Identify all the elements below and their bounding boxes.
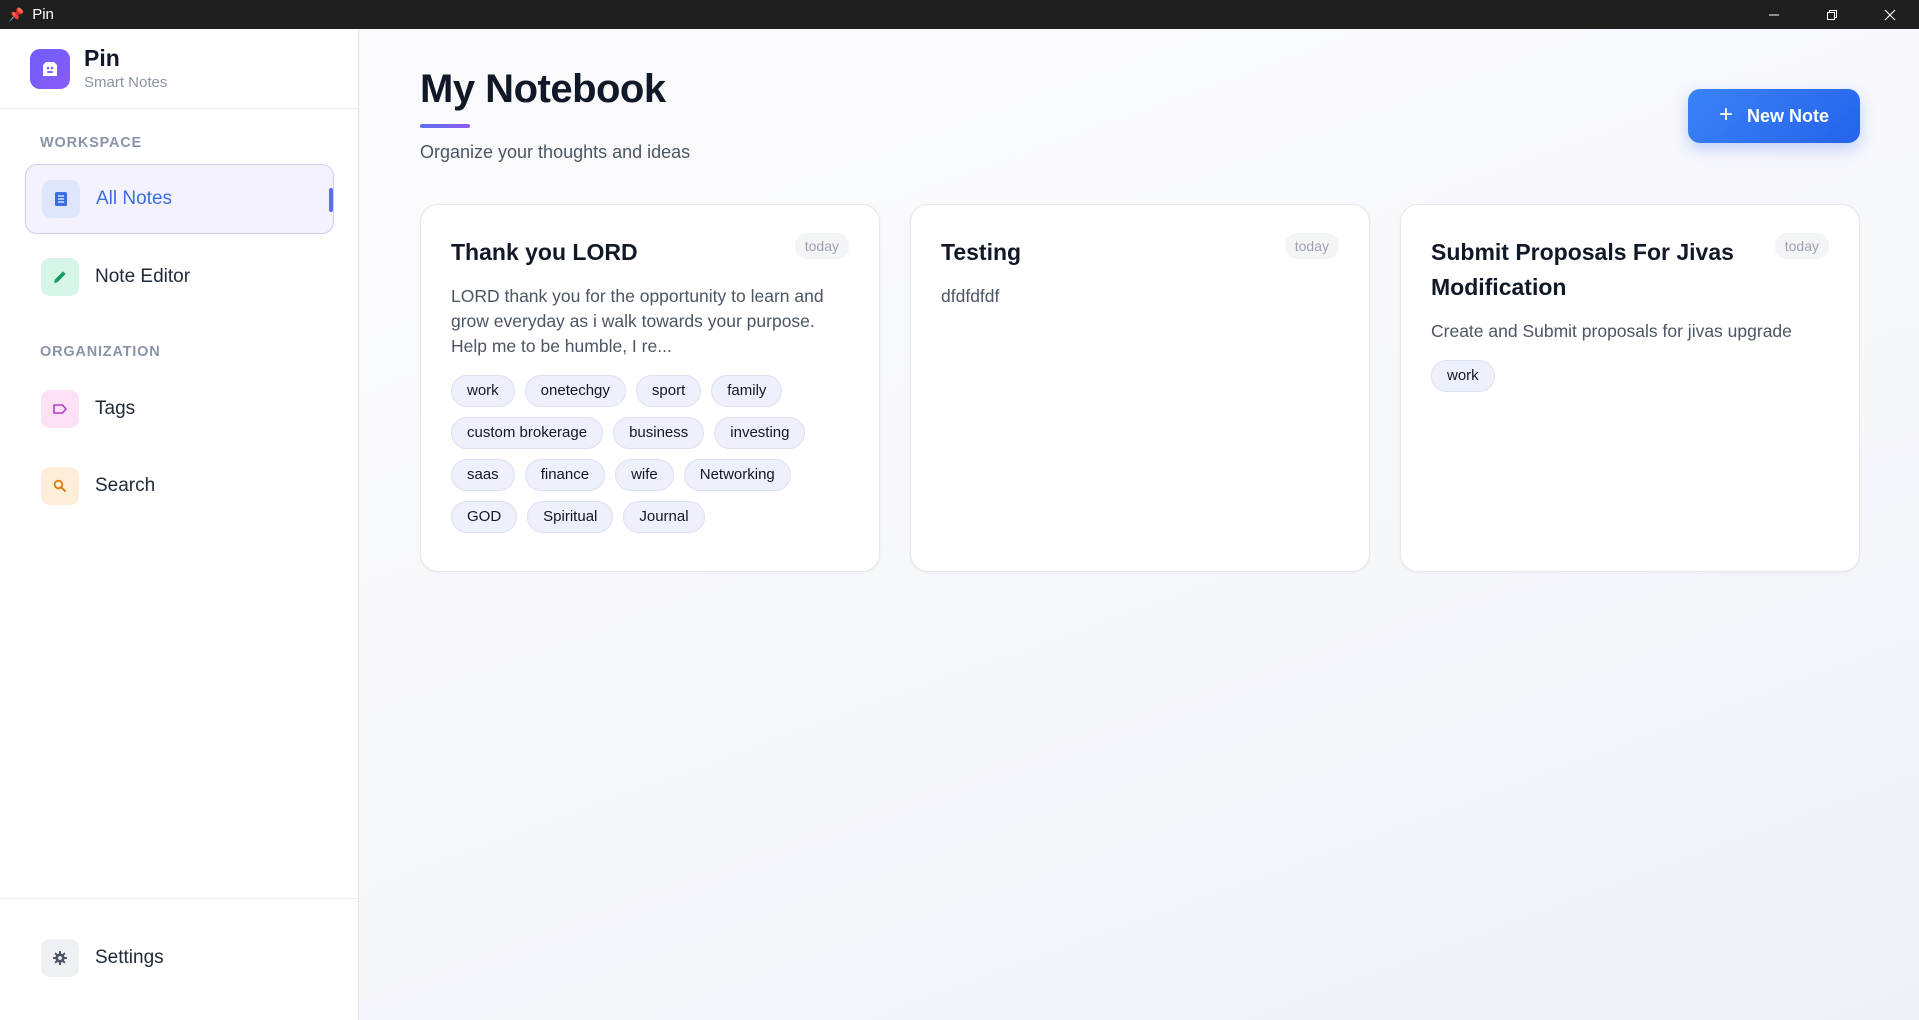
note-date-badge: today bbox=[794, 233, 849, 259]
main-content: My Notebook Organize your thoughts and i… bbox=[360, 29, 1919, 1020]
close-button[interactable] bbox=[1861, 0, 1919, 29]
tag-chip[interactable]: custom brokerage bbox=[451, 417, 604, 449]
page-subtitle: Organize your thoughts and ideas bbox=[420, 142, 691, 162]
window-titlebar: 📌 Pin bbox=[0, 0, 1919, 29]
note-date-badge: today bbox=[1774, 233, 1829, 259]
tag-chip[interactable]: family bbox=[711, 375, 783, 407]
note-title: Thank you LORD bbox=[451, 239, 638, 265]
sidebar-item-search[interactable]: Search bbox=[25, 451, 334, 521]
note-preview: LORD thank you for the opportunity to le… bbox=[451, 286, 824, 356]
note-card[interactable]: Submit Proposals For Jivas Modification … bbox=[1400, 204, 1860, 572]
new-note-button[interactable]: + New Note bbox=[1688, 89, 1860, 143]
sidebar-footer: Settings bbox=[0, 898, 358, 1020]
close-icon bbox=[1884, 9, 1896, 20]
pin-icon: 📌 bbox=[8, 6, 25, 22]
tag-chip[interactable]: onetechgy bbox=[524, 375, 626, 407]
minimize-icon bbox=[1769, 14, 1779, 15]
plus-icon: + bbox=[1718, 101, 1733, 128]
page-title: My Notebook bbox=[420, 67, 666, 111]
sidebar-item-label: Tags bbox=[95, 398, 136, 419]
gear-icon bbox=[41, 939, 79, 977]
brand-text: Pin Smart Notes bbox=[84, 44, 168, 92]
search-icon bbox=[41, 467, 79, 505]
tag-chip[interactable]: sport bbox=[635, 375, 702, 407]
organization-section-label: ORGANIZATION bbox=[40, 344, 161, 360]
tag-chip[interactable]: business bbox=[613, 417, 705, 449]
sidebar-item-all-notes[interactable]: All Notes bbox=[25, 164, 334, 234]
pencil-icon bbox=[41, 258, 79, 296]
sidebar-item-label: Note Editor bbox=[95, 266, 191, 287]
note-date-badge: today bbox=[1284, 233, 1339, 259]
workspace-section-label: WORKSPACE bbox=[40, 135, 142, 151]
sidebar-item-label: Search bbox=[95, 475, 156, 496]
note-title: Testing bbox=[941, 239, 1022, 265]
note-preview: dfdfdfdf bbox=[941, 286, 1000, 306]
brand-tagline: Smart Notes bbox=[84, 74, 168, 92]
note-title: Submit Proposals For Jivas Modification bbox=[1431, 239, 1734, 300]
tag-chip[interactable]: wife bbox=[615, 459, 674, 491]
sidebar-item-settings[interactable]: Settings bbox=[25, 923, 334, 993]
note-card-header: Thank you LORD today bbox=[451, 233, 849, 270]
note-preview: Create and Submit proposals for jivas up… bbox=[1431, 321, 1792, 341]
app-logo-icon bbox=[30, 48, 70, 89]
tag-chip[interactable]: Journal bbox=[623, 501, 705, 533]
note-card[interactable]: Thank you LORD today LORD thank you for … bbox=[420, 204, 880, 572]
brand-header: Pin Smart Notes bbox=[0, 29, 358, 109]
sidebar-item-label: Settings bbox=[95, 947, 164, 968]
sidebar: Pin Smart Notes WORKSPACE All Notes Note… bbox=[0, 29, 359, 1020]
note-tags: work bbox=[1431, 360, 1829, 392]
tag-chip[interactable]: work bbox=[451, 375, 515, 407]
notes-icon bbox=[42, 180, 80, 218]
title-underline bbox=[420, 124, 470, 128]
tag-chip[interactable]: saas bbox=[451, 459, 515, 491]
window-title: Pin bbox=[32, 6, 54, 23]
window-controls bbox=[1745, 0, 1919, 29]
restore-icon bbox=[1827, 9, 1837, 20]
tag-chip[interactable]: finance bbox=[524, 459, 606, 491]
sidebar-item-label: All Notes bbox=[96, 188, 173, 209]
window-title-area: 📌 Pin bbox=[0, 6, 54, 23]
tag-chip[interactable]: GOD bbox=[451, 501, 518, 533]
note-card-header: Testing today bbox=[941, 233, 1339, 270]
tag-chip[interactable]: Networking bbox=[683, 459, 791, 491]
minimize-button[interactable] bbox=[1745, 0, 1803, 29]
new-note-label: New Note bbox=[1747, 105, 1830, 126]
sidebar-item-note-editor[interactable]: Note Editor bbox=[25, 242, 334, 312]
restore-button[interactable] bbox=[1803, 0, 1861, 29]
note-card[interactable]: Testing today dfdfdfdf bbox=[910, 204, 1370, 572]
brand-name: Pin bbox=[84, 44, 120, 71]
note-tags: work onetechgy sport family custom broke… bbox=[451, 375, 849, 533]
tag-chip[interactable]: Spiritual bbox=[527, 501, 614, 533]
tag-icon bbox=[41, 390, 79, 428]
tag-chip[interactable]: work bbox=[1431, 360, 1495, 392]
note-card-header: Submit Proposals For Jivas Modification … bbox=[1431, 233, 1829, 305]
sidebar-item-tags[interactable]: Tags bbox=[25, 374, 334, 444]
tag-chip[interactable]: investing bbox=[714, 417, 806, 449]
active-indicator bbox=[329, 188, 333, 212]
